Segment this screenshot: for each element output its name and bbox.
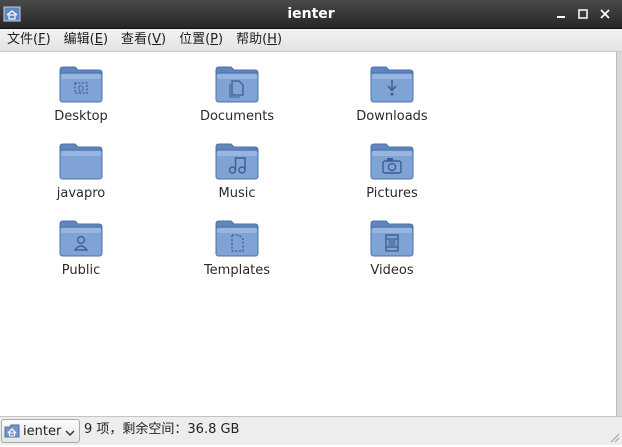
icon-view[interactable]: D Desktop Documents Downloads javapro Music Pi… bbox=[0, 52, 617, 416]
templates-folder-icon bbox=[214, 218, 260, 258]
music-folder-icon bbox=[214, 141, 260, 181]
folder-label: Documents bbox=[199, 109, 275, 124]
folder-label: Public bbox=[61, 263, 101, 278]
menu-item-f[interactable]: 文件(F) bbox=[0, 29, 57, 51]
folder-icon bbox=[58, 141, 104, 181]
status-info: 9 项，剩余空间：36.8 GB bbox=[84, 422, 240, 437]
pictures-folder-icon bbox=[369, 141, 415, 181]
menu-item-h[interactable]: 帮助(H) bbox=[229, 29, 288, 51]
window-right-border bbox=[616, 52, 622, 416]
location-combo[interactable]: ienter bbox=[1, 419, 80, 443]
folder-label: javapro bbox=[56, 186, 106, 201]
folder-item-public[interactable]: Public bbox=[26, 218, 136, 278]
location-label: ienter bbox=[23, 423, 62, 439]
folder-item-templates[interactable]: Templates bbox=[182, 218, 292, 278]
folder-item-pictures[interactable]: Pictures bbox=[337, 141, 447, 201]
folder-label: Templates bbox=[203, 263, 271, 278]
folder-item-music[interactable]: Music bbox=[182, 141, 292, 201]
window-title: ienter bbox=[287, 6, 335, 22]
folder-item-javapro[interactable]: javapro bbox=[26, 141, 136, 201]
folder-item-videos[interactable]: Videos bbox=[337, 218, 447, 278]
folder-label: Downloads bbox=[356, 109, 428, 124]
folder-label: Desktop bbox=[54, 109, 108, 124]
folder-item-downloads[interactable]: Downloads bbox=[337, 64, 447, 124]
folder-label: Music bbox=[218, 186, 256, 201]
folder-item-documents[interactable]: Documents bbox=[182, 64, 292, 124]
svg-text:D: D bbox=[78, 85, 84, 94]
documents-folder-icon bbox=[214, 64, 260, 104]
public-folder-icon bbox=[58, 218, 104, 258]
menu-item-v[interactable]: 查看(V) bbox=[114, 29, 172, 51]
home-folder-icon bbox=[4, 423, 20, 439]
menu-item-e[interactable]: 编辑(E) bbox=[57, 29, 114, 51]
videos-folder-icon bbox=[369, 218, 415, 258]
downloads-folder-icon bbox=[369, 64, 415, 104]
folder-label: Pictures bbox=[366, 186, 418, 201]
chevron-down-icon bbox=[65, 426, 75, 437]
menu-bar: 文件(F) 编辑(E) 查看(V) 位置(P) 帮助(H) bbox=[0, 29, 622, 52]
minimize-icon[interactable] bbox=[554, 7, 568, 21]
folder-label: Videos bbox=[370, 263, 414, 278]
status-bar: ienter 9 项，剩余空间：36.8 GB bbox=[0, 416, 622, 445]
desktop-folder-icon: D bbox=[58, 64, 104, 104]
resize-grip-icon[interactable] bbox=[608, 431, 620, 443]
maximize-icon[interactable] bbox=[576, 7, 590, 21]
close-icon[interactable] bbox=[598, 7, 612, 21]
title-bar[interactable]: ienter bbox=[0, 0, 622, 29]
folder-item-desktop[interactable]: D Desktop bbox=[26, 64, 136, 124]
menu-item-p[interactable]: 位置(P) bbox=[172, 29, 229, 51]
